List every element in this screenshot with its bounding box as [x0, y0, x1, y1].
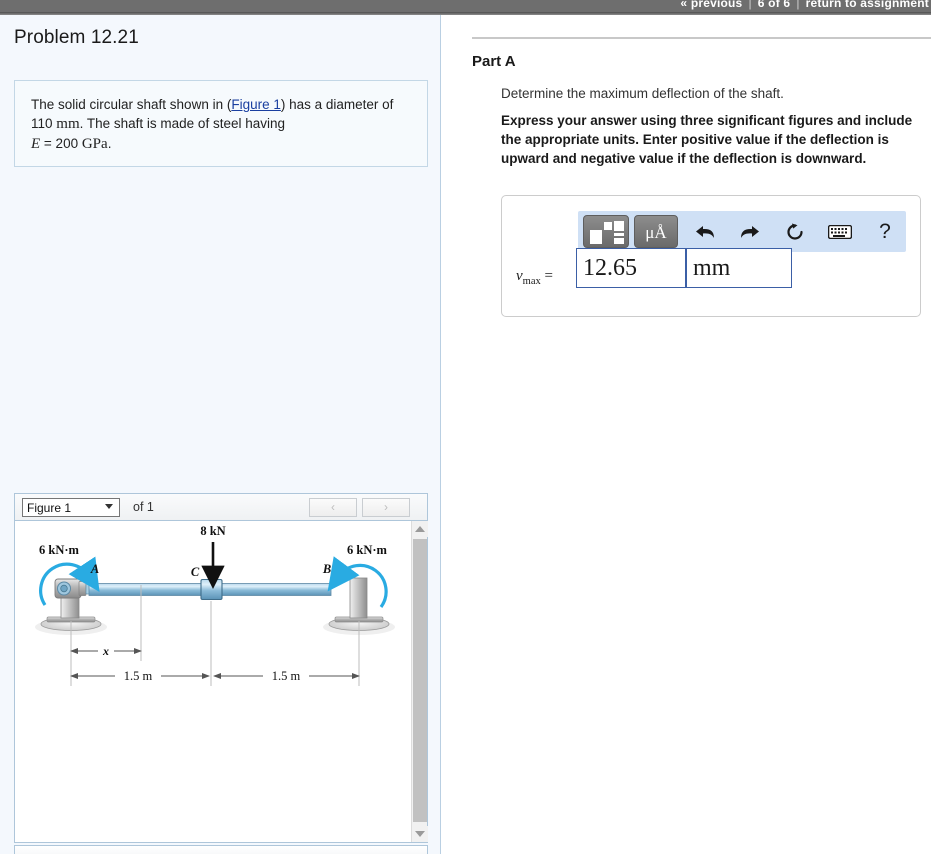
scrollbar-thumb[interactable]: [413, 539, 427, 822]
load-label-8kn: 8 kN: [200, 524, 225, 538]
shaft-diagram: 8 kN C 6 kN·m A 6 kN·m B x 1.5 m 1.5 m: [35, 524, 395, 686]
figure-next-button[interactable]: ›: [362, 498, 410, 517]
scroll-down-arrow-icon[interactable]: [412, 826, 428, 842]
nav-separator-2: |: [796, 0, 800, 10]
point-label-c: C: [191, 565, 200, 579]
previous-link[interactable]: « previous: [680, 0, 742, 10]
figure-previous-button[interactable]: ‹: [309, 498, 357, 517]
math-toolbar: μÅ ?: [578, 211, 906, 252]
scroll-up-arrow-icon[interactable]: [412, 521, 428, 537]
units-icon[interactable]: μÅ: [634, 215, 678, 248]
unit-mm-label: mm: [56, 116, 80, 132]
top-nav-links: « previous | 6 of 6 | return to assignment: [680, 0, 931, 10]
statement-part-5: .: [107, 136, 112, 151]
equals-sign: =: [544, 268, 553, 284]
chevron-right-icon: ›: [384, 500, 388, 514]
answer-entry-box: μÅ ? vmax = 12.65 mm: [501, 195, 921, 317]
figure-footer-bar: [14, 845, 428, 854]
dimension-label-left: 1.5 m: [124, 669, 153, 683]
return-to-assignment-link[interactable]: return to assignment: [806, 0, 929, 10]
figure-toolbar: Figure 1 of 1 ‹ ›: [15, 494, 427, 521]
moment-label-left: 6 kN·m: [39, 543, 80, 557]
answer-panel: Part A Determine the maximum deflection …: [442, 15, 931, 854]
symbol-E: E: [31, 136, 41, 152]
templates-glyph: [584, 216, 628, 247]
figure-count-label: of 1: [133, 500, 154, 514]
page-title: Problem 12.21: [14, 27, 139, 48]
problem-panel: Problem 12.21 The solid circular shaft s…: [0, 15, 441, 854]
problem-statement-box: The solid circular shaft shown in (Figur…: [14, 80, 428, 167]
dimension-label-x: x: [102, 644, 109, 658]
statement-part-4: = 200: [40, 136, 82, 151]
top-navigation-bar: « previous | 6 of 6 | return to assignment: [0, 0, 931, 12]
question-prompt: Determine the maximum deflection of the …: [501, 86, 784, 101]
unit-gpa-label: GPa: [81, 136, 108, 152]
part-title: Part A: [472, 53, 516, 70]
page-root: « previous | 6 of 6 | return to assignment P…: [0, 0, 931, 854]
redo-arrow-icon[interactable]: [733, 215, 767, 248]
problem-statement-text: The solid circular shaft shown in (Figur…: [31, 95, 411, 154]
figure-scrollbar[interactable]: [411, 521, 428, 842]
dimension-label-right: 1.5 m: [272, 669, 301, 683]
figure-canvas: 8 kN C 6 kN·m A 6 kN·m B x 1.5 m 1.5 m: [15, 521, 427, 842]
answer-variable-label: vmax =: [516, 268, 553, 287]
reset-circular-arrow-icon[interactable]: [778, 215, 812, 248]
statement-part-3: . The shaft is made of steel having: [79, 116, 285, 131]
progress-indicator: 6 of 6: [757, 0, 791, 10]
point-label-b: B: [322, 562, 331, 576]
undo-arrow-icon[interactable]: [688, 215, 722, 248]
figure-viewer: Figure 1 of 1 ‹ › 8 kN C 6 kN·m A 6 kN·m…: [14, 493, 428, 843]
nav-separator-1: |: [748, 0, 752, 10]
chevron-left-icon: ‹: [331, 500, 335, 514]
math-templates-icon[interactable]: [583, 215, 629, 248]
question-mark-icon[interactable]: ?: [868, 215, 902, 248]
figure-1-link[interactable]: Figure 1: [231, 97, 281, 112]
keyboard-icon[interactable]: [823, 215, 857, 248]
answer-units-input[interactable]: [686, 248, 792, 288]
section-divider: [472, 37, 931, 39]
figure-select[interactable]: Figure 1: [22, 498, 120, 517]
variable-symbol: v: [516, 268, 523, 284]
moment-label-right: 6 kN·m: [347, 543, 388, 557]
variable-subscript: max: [522, 276, 541, 287]
point-label-a: A: [90, 562, 99, 576]
statement-part-1: The solid circular shaft shown in (: [31, 97, 232, 112]
answer-instructions: Express your answer using three signific…: [501, 113, 913, 166]
answer-value-input[interactable]: [576, 248, 686, 288]
units-glyph: μÅ: [645, 223, 667, 242]
